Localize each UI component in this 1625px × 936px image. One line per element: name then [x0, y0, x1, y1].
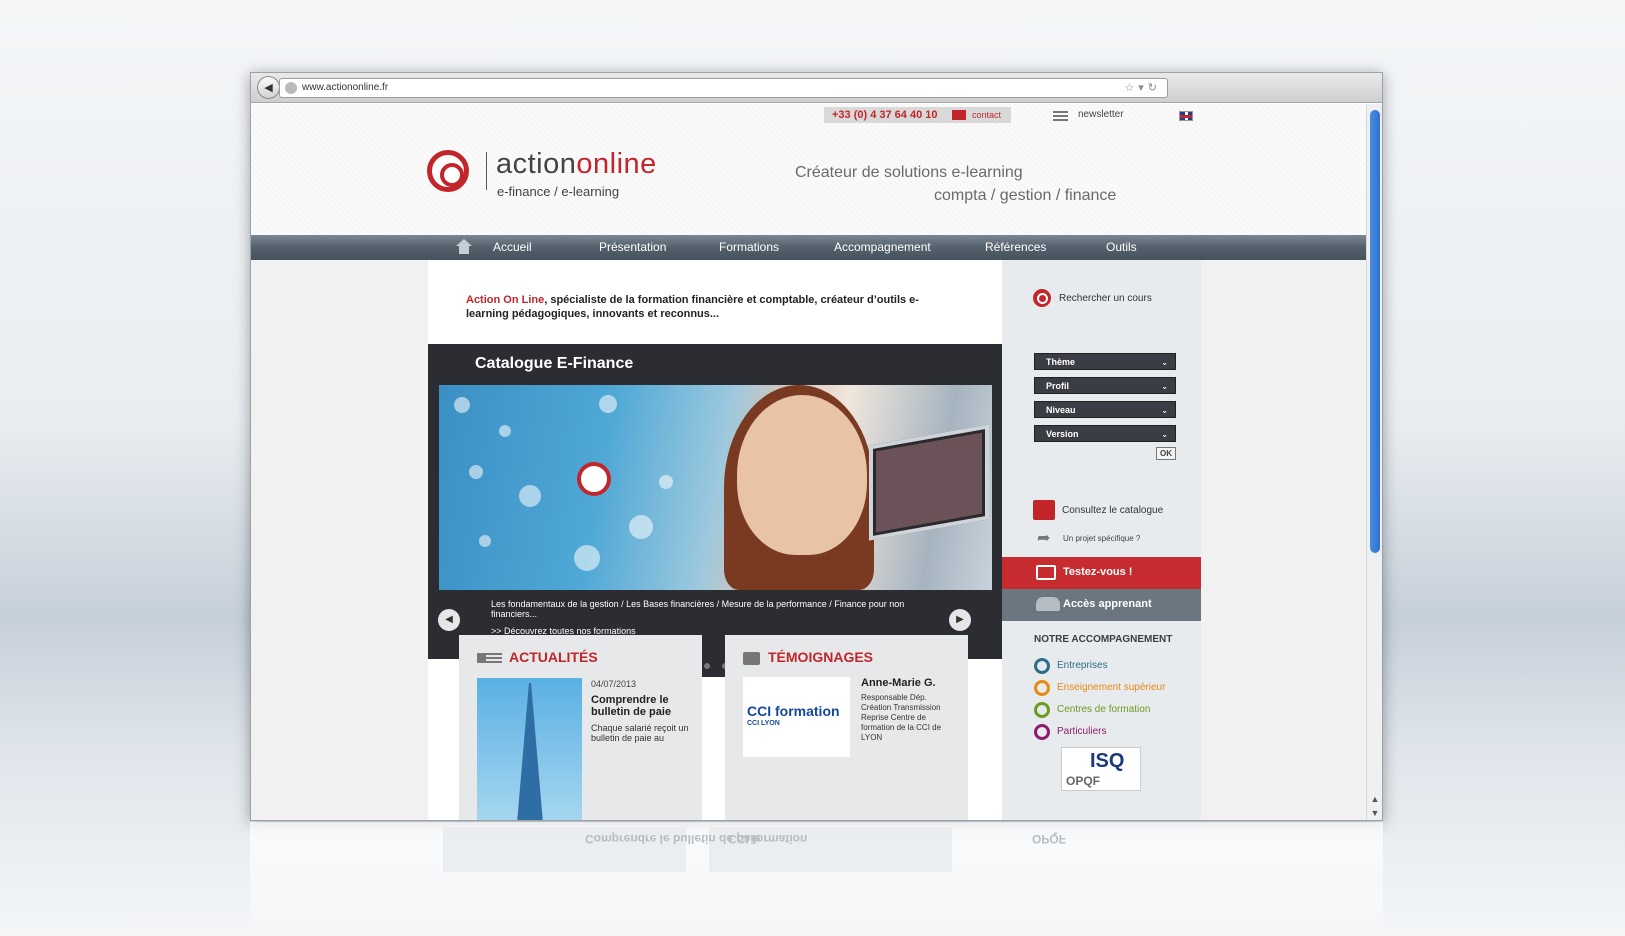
news-excerpt: Chaque salarié reçoit un bulletin de pai…: [591, 723, 689, 743]
version-select[interactable]: Version ⌄: [1034, 425, 1176, 442]
main-nav: Accueil Présentation Formations Accompag…: [251, 235, 1367, 260]
carousel-image[interactable]: [439, 385, 992, 590]
left-gutter: [251, 260, 428, 820]
nav-references[interactable]: Références: [985, 240, 1046, 254]
browser-reflection: Comprendre le bulletin de paie CCI forma…: [250, 822, 1383, 936]
nav-presentation[interactable]: Présentation: [599, 240, 666, 254]
higher-education-icon: [1034, 680, 1050, 696]
scrollbar-thumb[interactable]: [1370, 110, 1380, 553]
nav-accompagnement[interactable]: Accompagnement: [834, 240, 931, 254]
scroll-down-arrow[interactable]: ▼: [1369, 806, 1381, 820]
news-icon: [477, 653, 502, 663]
address-bar[interactable]: www.actiononline.fr ☆▾↻: [279, 78, 1168, 98]
portrait-face: [737, 395, 867, 555]
carousel-title: Catalogue E-Finance: [475, 355, 634, 372]
learner-access-button[interactable]: Accès apprenant: [1002, 589, 1201, 621]
isq-certification-logo: ISQ OPQF: [1061, 747, 1141, 791]
logo-subtitle: e-finance / e-learning: [497, 184, 620, 199]
site-header: +33 (0) 4 37 64 40 10 contact newsletter…: [251, 104, 1367, 235]
ok-button[interactable]: OK: [1156, 447, 1176, 460]
carousel-next-button[interactable]: ▶: [949, 609, 971, 631]
uk-flag-icon[interactable]: [1179, 111, 1193, 121]
monitor-icon: [1036, 565, 1056, 580]
nav-outils[interactable]: Outils: [1106, 240, 1137, 254]
catalogue-link[interactable]: Consultez le catalogue: [1062, 505, 1163, 516]
news-date: 04/07/2013: [591, 679, 637, 689]
cci-logo: CCI formation CCI LYON: [743, 677, 850, 757]
main-content: Action On Line, spécialiste de la format…: [428, 260, 1002, 820]
accompaniment-title: NOTRE ACCOMPAGNEMENT: [1034, 634, 1173, 645]
home-icon[interactable]: [456, 239, 473, 255]
browser-toolbar: ◀ www.actiononline.fr ☆▾↻: [251, 73, 1382, 103]
accomp-training-centers[interactable]: Centres de formation: [1057, 704, 1150, 715]
users-icon: [1036, 597, 1060, 611]
testimonials-title: TÉMOIGNAGES: [768, 649, 874, 665]
search-icon[interactable]: [1033, 289, 1051, 307]
logo-icon[interactable]: [427, 150, 469, 192]
intro-text: Action On Line, spécialiste de la format…: [466, 294, 919, 320]
news-panel: ACTUALITÉS 04/07/2013 Comprendre le bull…: [459, 635, 702, 820]
catalogue-carousel: Catalogue E-Finance ◀ ▶ Les fondamentaux…: [428, 344, 1002, 659]
news-headline[interactable]: Comprendre le bulletin de paie: [591, 694, 691, 718]
url-text: www.actiononline.fr: [302, 82, 389, 93]
tagline-line2: compta / gestion / finance: [934, 187, 1117, 204]
carousel-prev-button[interactable]: ◀: [438, 609, 460, 631]
laptop-image: [869, 424, 989, 541]
news-title: ACTUALITÉS: [509, 649, 598, 665]
mail-icon[interactable]: [952, 110, 966, 120]
phone-number[interactable]: +33 (0) 4 37 64 40 10: [832, 107, 938, 123]
network-logo-icon: [577, 462, 611, 496]
logo-text[interactable]: actiononline: [496, 148, 657, 181]
scroll-up-arrow[interactable]: ▲: [1369, 792, 1381, 806]
news-image[interactable]: [477, 678, 582, 820]
carousel-dot[interactable]: [704, 663, 710, 669]
globe-icon: [285, 82, 297, 94]
catalogue-icon[interactable]: [1033, 500, 1055, 520]
individuals-icon: [1034, 724, 1050, 740]
cci-logo-sub: CCI LYON: [747, 720, 780, 727]
nav-formations[interactable]: Formations: [719, 240, 779, 254]
contact-bar: +33 (0) 4 37 64 40 10 contact: [824, 107, 1011, 123]
vertical-scrollbar[interactable]: ▲ ▼: [1366, 104, 1382, 820]
theme-select[interactable]: Thème ⌄: [1034, 353, 1176, 370]
contact-link[interactable]: contact: [972, 107, 1001, 123]
testimonial-person: Anne-Marie G.: [861, 677, 936, 689]
nav-accueil[interactable]: Accueil: [493, 240, 532, 254]
testimonial-role: Responsable Dép. Création Transmission R…: [861, 693, 942, 742]
cci-logo-name: CCI formation: [747, 703, 840, 719]
accomp-entreprises[interactable]: Entreprises: [1057, 660, 1108, 671]
logo-separator: [486, 152, 487, 190]
test-yourself-label: Testez-vous !: [1063, 566, 1133, 578]
browser-window: ◀ www.actiononline.fr ☆▾↻ +33 (0) 4 37 6…: [250, 72, 1383, 821]
search-course-link[interactable]: Rechercher un cours: [1059, 293, 1152, 304]
accomp-individuals[interactable]: Particuliers: [1057, 726, 1106, 737]
newsletter-link[interactable]: newsletter: [1078, 109, 1124, 120]
bookmark-reload-icons[interactable]: ☆▾↻: [1124, 79, 1161, 97]
carousel-caption: Les fondamentaux de la gestion / Les Bas…: [491, 599, 905, 619]
profile-select[interactable]: Profil ⌄: [1034, 377, 1176, 394]
test-yourself-button[interactable]: Testez-vous !: [1002, 557, 1201, 589]
level-select[interactable]: Niveau ⌄: [1034, 401, 1176, 418]
training-centers-icon: [1034, 702, 1050, 718]
entreprises-icon: [1034, 658, 1050, 674]
learner-access-label: Accès apprenant: [1063, 598, 1152, 610]
right-gutter: [1201, 260, 1367, 820]
testimonials-panel: TÉMOIGNAGES CCI formation CCI LYON Anne-…: [725, 635, 968, 820]
accomp-higher-education[interactable]: Enseignement supérieur: [1057, 682, 1165, 693]
project-link[interactable]: Un projet spécifique ?: [1063, 534, 1140, 543]
back-button[interactable]: ◀: [257, 76, 280, 99]
share-arrow-icon: ➦: [1037, 530, 1051, 547]
chat-icon: [743, 652, 760, 665]
web-page: +33 (0) 4 37 64 40 10 contact newsletter…: [251, 104, 1367, 820]
tagline-line1: Créateur de solutions e-learning: [795, 164, 1023, 181]
newsletter-icon[interactable]: [1053, 111, 1068, 122]
